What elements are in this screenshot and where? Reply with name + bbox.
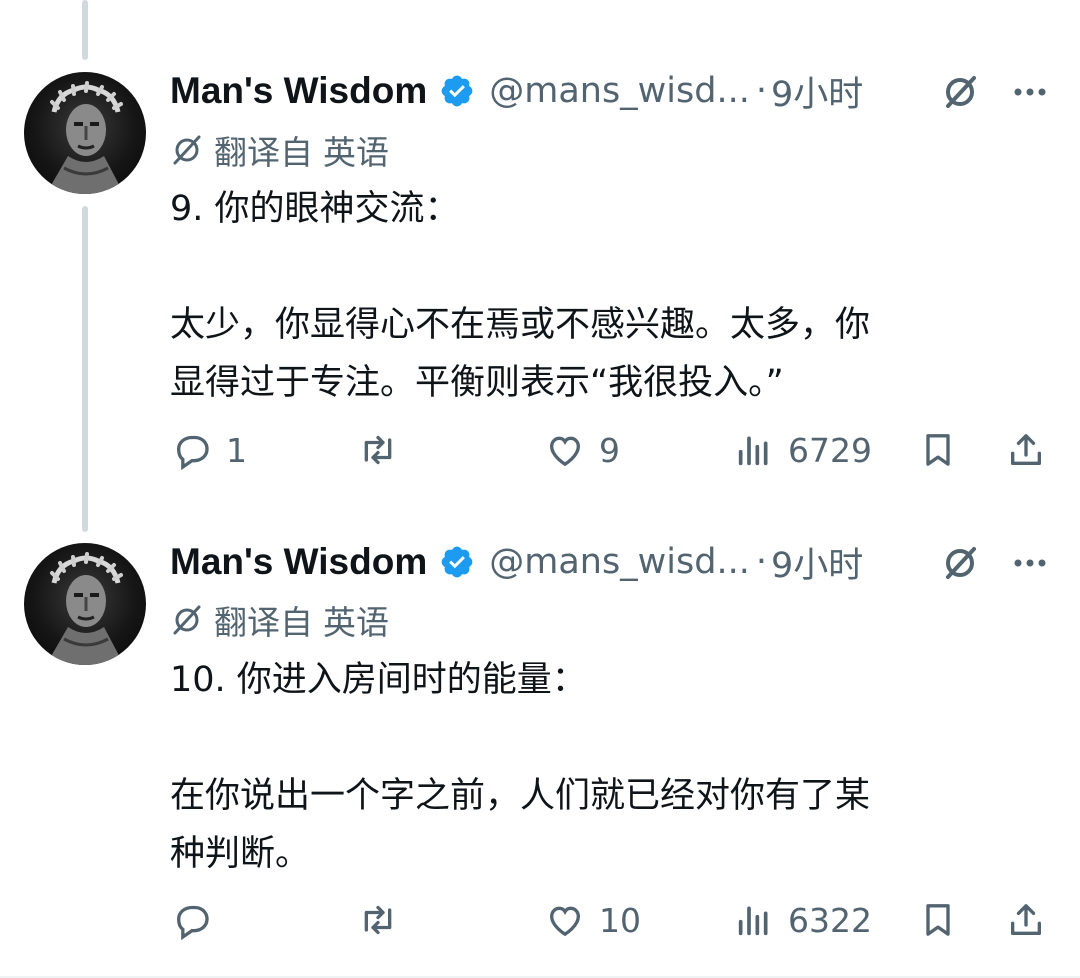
post-time[interactable]: 9小时: [771, 537, 863, 588]
author-handle[interactable]: @mans_wisd...: [489, 542, 750, 582]
translated-from-label: 翻译自: [214, 603, 313, 642]
tweet-line-1: 在你说出一个字之前，人们就已经对你有了某: [170, 776, 871, 816]
views-button[interactable]: 6322: [734, 895, 872, 945]
more-icon[interactable]: [1008, 541, 1052, 585]
verified-badge-icon: [441, 546, 473, 578]
translate-icon: [173, 605, 201, 635]
tweet-actions: 10 6322: [0, 895, 1080, 945]
tweet-2[interactable]: Man's Wisdom @mans_wisd... · 9小时 翻译自 英语 …: [0, 0, 1080, 978]
like-button[interactable]: 10: [545, 895, 641, 945]
separator-dot: ·: [755, 542, 767, 582]
like-count: 10: [599, 900, 641, 940]
view-count: 6322: [788, 900, 872, 940]
reply-icon: [176, 905, 209, 940]
bookmark-button[interactable]: [918, 895, 958, 945]
bookmark-icon: [926, 904, 950, 936]
grok-translate-icon[interactable]: [938, 541, 982, 585]
retweet-icon: [364, 905, 392, 935]
reply-button[interactable]: [172, 895, 226, 945]
retweet-button[interactable]: [358, 895, 412, 945]
tweet-text: 10. 你进入房间时的能量： 在你说出一个字之前，人们就已经对你有了某 种判断。: [170, 651, 1030, 883]
translated-from[interactable]: 翻译自 英语: [170, 600, 389, 642]
share-icon: [1011, 904, 1041, 935]
tweet-line-2: 种判断。: [170, 834, 311, 874]
avatar-bust-image: [46, 552, 124, 665]
author-name[interactable]: Man's Wisdom: [170, 541, 427, 583]
like-icon: [549, 906, 581, 937]
source-language: 英语: [323, 603, 389, 642]
share-button[interactable]: [1006, 895, 1046, 945]
tweet-spacer: [170, 709, 1030, 767]
views-icon: [738, 906, 768, 936]
tweet-heading: 10. 你进入房间时的能量：: [170, 660, 587, 700]
avatar[interactable]: [24, 543, 146, 665]
